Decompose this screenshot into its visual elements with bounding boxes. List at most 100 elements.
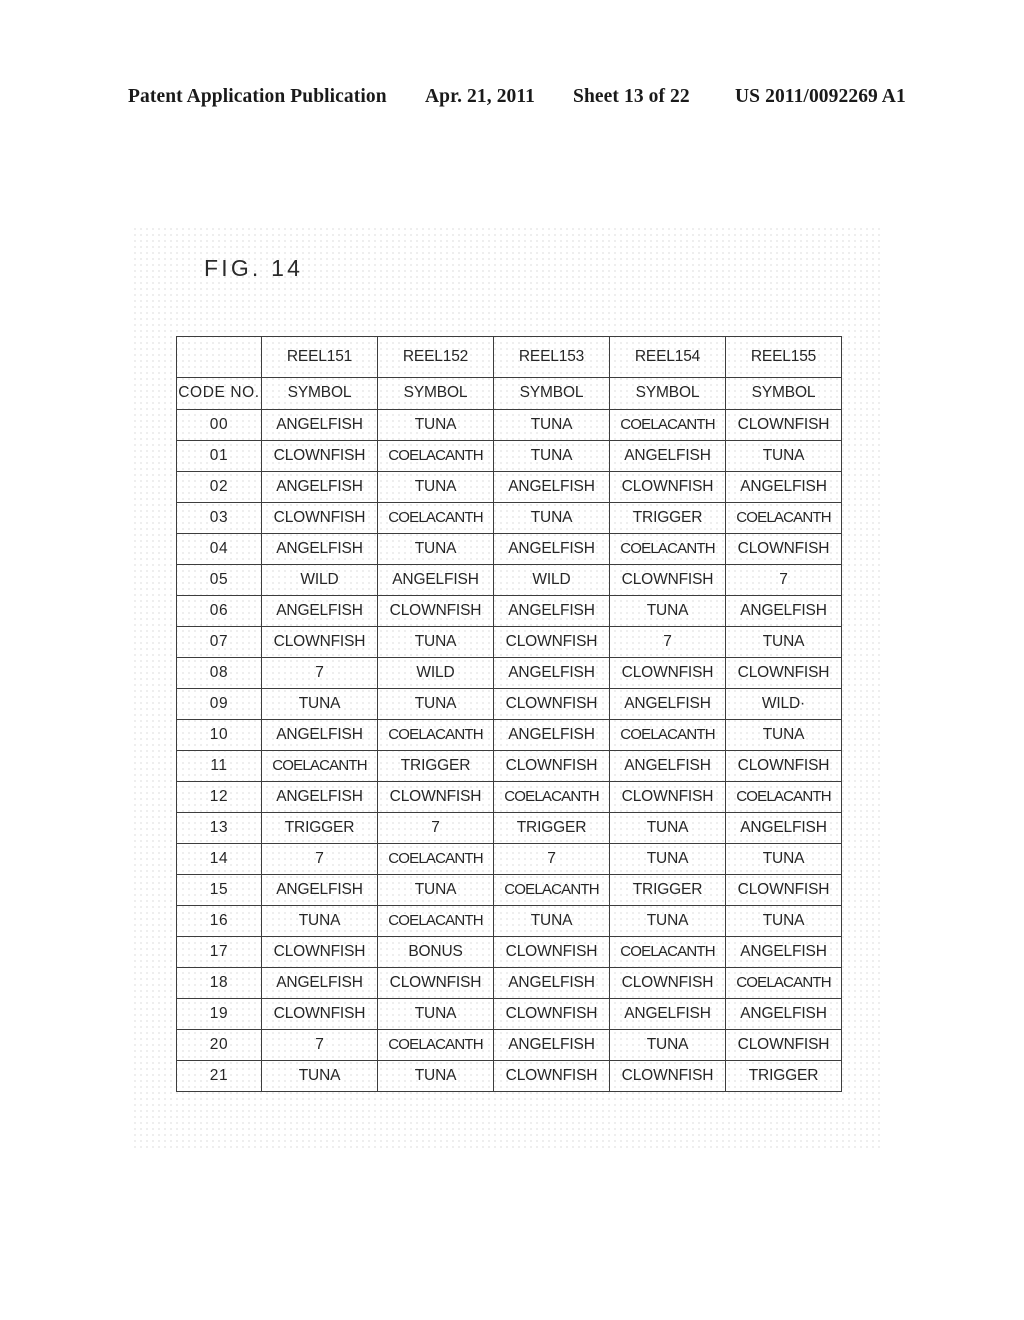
cell-symbol-reel-5: ANGELFISH [725, 812, 842, 844]
cell-symbol-reel-1: COELACANTH [261, 750, 378, 782]
cell-symbol-reel-5: ANGELFISH [725, 936, 842, 968]
cell-symbol-reel-2: TUNA [377, 471, 494, 503]
column-header-reel-5: REEL155 [725, 336, 842, 378]
column-header-reel-4: REEL154 [609, 336, 726, 378]
cell-symbol-reel-2: COELACANTH [377, 502, 494, 534]
cell-symbol-reel-2: COELACANTH [377, 1029, 494, 1061]
cell-code-no: 05 [176, 564, 262, 596]
cell-symbol-reel-4: TUNA [609, 1029, 726, 1061]
table-row: 12 ANGELFISH CLOWNFISH COELACANTH CLOWNFISH C… [176, 781, 842, 813]
cell-code-no: 10 [176, 719, 262, 751]
sheet-number: Sheet 13 of 22 [573, 86, 690, 107]
cell-symbol-reel-5: TUNA [725, 626, 842, 658]
cell-symbol-reel-4: 7 [609, 626, 726, 658]
cell-symbol-reel-3: ANGELFISH [493, 595, 610, 627]
cell-code-no: 11 [176, 750, 262, 782]
table-row: 06 ANGELFISH CLOWNFISH ANGELFISH TUNA ANGELFI… [176, 595, 842, 627]
document-number: US 2011/0092269 A1 [735, 86, 906, 107]
column-header-reel-2: REEL152 [377, 336, 494, 378]
cell-symbol-reel-3: TUNA [493, 440, 610, 472]
publication-date: Apr. 21, 2011 [425, 86, 536, 107]
cell-symbol-reel-2: TUNA [377, 533, 494, 565]
column-header-reel-1: REEL151 [261, 336, 378, 378]
cell-symbol-reel-4: COELACANTH [609, 719, 726, 751]
cell-symbol-reel-3: CLOWNFISH [493, 750, 610, 782]
table-row: 00 ANGELFISH TUNA TUNA COELACANTH CLOWNFISH [176, 409, 842, 441]
table-row: 11 COELACANTH TRIGGER CLOWNFISH ANGELFISH CLO… [176, 750, 842, 782]
cell-symbol-reel-2: CLOWNFISH [377, 967, 494, 999]
cell-symbol-reel-4: CLOWNFISH [609, 564, 726, 596]
cell-symbol-reel-3: CLOWNFISH [493, 1060, 610, 1092]
publication-label: Patent Application Publication [128, 86, 387, 107]
table-row: 15 ANGELFISH TUNA COELACANTH TRIGGER CLOWNFIS… [176, 874, 842, 906]
cell-symbol-reel-3: ANGELFISH [493, 533, 610, 565]
cell-code-no: 00 [176, 409, 262, 441]
cell-symbol-reel-2: COELACANTH [377, 719, 494, 751]
cell-symbol-reel-4: CLOWNFISH [609, 967, 726, 999]
table-row: 04 ANGELFISH TUNA ANGELFISH COELACANTH CLOWNF… [176, 533, 842, 565]
cell-symbol-reel-1: ANGELFISH [261, 471, 378, 503]
cell-symbol-reel-4: CLOWNFISH [609, 471, 726, 503]
cell-symbol-reel-3: ANGELFISH [493, 471, 610, 503]
table-row: 05 WILD ANGELFISH WILD CLOWNFISH 7 [176, 564, 842, 596]
cell-symbol-reel-1: TUNA [261, 905, 378, 937]
cell-code-no: 14 [176, 843, 262, 875]
cell-symbol-reel-4: COELACANTH [609, 936, 726, 968]
cell-symbol-reel-2: 7 [377, 812, 494, 844]
table-row: 18 ANGELFISH CLOWNFISH ANGELFISH CLOWNFISH CO… [176, 967, 842, 999]
cell-symbol-reel-2: CLOWNFISH [377, 781, 494, 813]
cell-symbol-reel-3: ANGELFISH [493, 1029, 610, 1061]
cell-code-no: 17 [176, 936, 262, 968]
cell-symbol-reel-5: CLOWNFISH [725, 874, 842, 906]
cell-symbol-reel-5: WILD· [725, 688, 842, 720]
cell-symbol-reel-1: CLOWNFISH [261, 440, 378, 472]
cell-symbol-reel-1: ANGELFISH [261, 719, 378, 751]
cell-symbol-reel-3: TUNA [493, 905, 610, 937]
cell-code-no: 12 [176, 781, 262, 813]
cell-symbol-reel-3: ANGELFISH [493, 657, 610, 689]
cell-symbol-reel-2: ANGELFISH [377, 564, 494, 596]
cell-symbol-reel-1: CLOWNFISH [261, 502, 378, 534]
cell-symbol-reel-1: CLOWNFISH [261, 936, 378, 968]
cell-code-no: 13 [176, 812, 262, 844]
cell-symbol-reel-4: TUNA [609, 595, 726, 627]
cell-code-no: 16 [176, 905, 262, 937]
table-row: 03 CLOWNFISH COELACANTH TUNA TRIGGER COELACAN… [176, 502, 842, 534]
cell-symbol-reel-3: CLOWNFISH [493, 936, 610, 968]
cell-symbol-reel-2: COELACANTH [377, 843, 494, 875]
column-subheader-symbol-2: SYMBOL [377, 377, 494, 410]
cell-symbol-reel-3: COELACANTH [493, 874, 610, 906]
cell-symbol-reel-1: ANGELFISH [261, 595, 378, 627]
cell-symbol-reel-4: TUNA [609, 843, 726, 875]
table-row: 14 7 COELACANTH 7 TUNA TUNA [176, 843, 842, 875]
cell-code-no: 06 [176, 595, 262, 627]
column-subheader-symbol-5: SYMBOL [725, 377, 842, 410]
column-header-reel-3: REEL153 [493, 336, 610, 378]
cell-symbol-reel-5: TUNA [725, 843, 842, 875]
cell-symbol-reel-3: CLOWNFISH [493, 998, 610, 1030]
cell-symbol-reel-4: COELACANTH [609, 533, 726, 565]
cell-symbol-reel-4: CLOWNFISH [609, 1060, 726, 1092]
cell-symbol-reel-3: TUNA [493, 502, 610, 534]
cell-symbol-reel-5: ANGELFISH [725, 998, 842, 1030]
cell-code-no: 03 [176, 502, 262, 534]
cell-code-no: 15 [176, 874, 262, 906]
cell-symbol-reel-4: COELACANTH [609, 409, 726, 441]
cell-code-no: 07 [176, 626, 262, 658]
table-row: 07 CLOWNFISH TUNA CLOWNFISH 7 TUNA [176, 626, 842, 658]
cell-symbol-reel-5: TUNA [725, 905, 842, 937]
cell-symbol-reel-2: TUNA [377, 998, 494, 1030]
table-row: 13 TRIGGER 7 TRIGGER TUNA ANGELFISH [176, 812, 842, 844]
cell-symbol-reel-2: CLOWNFISH [377, 595, 494, 627]
cell-symbol-reel-5: CLOWNFISH [725, 750, 842, 782]
cell-symbol-reel-4: ANGELFISH [609, 998, 726, 1030]
cell-symbol-reel-1: TUNA [261, 1060, 378, 1092]
table-row: 01 CLOWNFISH COELACANTH TUNA ANGELFISH TUNA [176, 440, 842, 472]
figure-caption: FIG. 14 [204, 255, 304, 281]
cell-symbol-reel-5: CLOWNFISH [725, 657, 842, 689]
cell-symbol-reel-5: TUNA [725, 719, 842, 751]
cell-symbol-reel-4: TUNA [609, 812, 726, 844]
cell-code-no: 18 [176, 967, 262, 999]
cell-symbol-reel-5: 7 [725, 564, 842, 596]
cell-symbol-reel-2: WILD [377, 657, 494, 689]
